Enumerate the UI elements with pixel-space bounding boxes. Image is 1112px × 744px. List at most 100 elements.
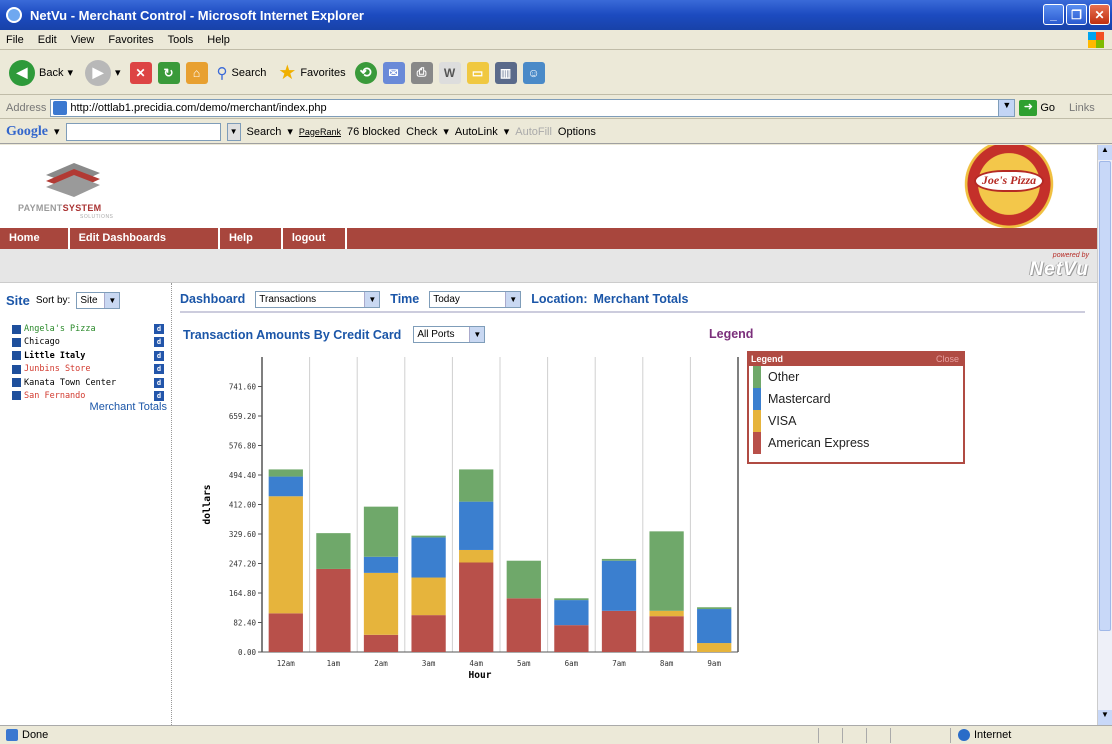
dashboard-select[interactable]: Transactions ▼	[255, 290, 381, 308]
bar-segment	[506, 560, 541, 599]
site-list-item[interactable]: Chicago d	[12, 336, 164, 348]
site-header: PAYMENTSYSTEM SOLUTIONS Joe's Pizza	[0, 145, 1097, 231]
x-tick-label: 1am	[327, 659, 341, 668]
pagerank-label[interactable]: PageRank	[299, 127, 341, 137]
legend-swatch	[753, 366, 761, 388]
chevron-down-icon: ▼	[104, 293, 120, 308]
favorites-button[interactable]: ★ Favorites	[275, 58, 348, 87]
bar-segment	[459, 501, 494, 550]
site-name: Angela's Pizza	[24, 324, 96, 334]
site-dashboard-button[interactable]: d	[154, 337, 164, 348]
merchant-totals-link[interactable]: Merchant Totals	[90, 401, 167, 413]
legend-item: Mastercard	[753, 388, 963, 410]
site-dashboard-button[interactable]: d	[154, 390, 164, 401]
nav-logout[interactable]: logout	[283, 228, 348, 249]
site-list: Angela's Pizza d Chicago d Little Italy d Junb…	[12, 323, 164, 403]
home-icon[interactable]: ⌂	[185, 61, 208, 84]
bar-segment	[363, 506, 399, 557]
menu-file[interactable]: File	[6, 34, 24, 46]
legend-close-button[interactable]: Close	[936, 353, 959, 366]
scroll-thumb[interactable]	[1099, 161, 1111, 631]
bar-segment	[268, 496, 303, 614]
google-dropdown-icon[interactable]: ▼	[226, 122, 241, 141]
refresh-icon[interactable]: ↻	[157, 61, 180, 84]
maximize-button[interactable]: ❐	[1066, 4, 1087, 25]
google-logo[interactable]: Google	[6, 124, 48, 140]
spellcheck-button[interactable]: Check	[406, 126, 437, 138]
legend-label: American Express	[768, 436, 870, 450]
nav-edit-dashboards[interactable]: Edit Dashboards	[70, 228, 220, 249]
dashboard-label: Dashboard	[180, 292, 246, 306]
history-icon[interactable]: ⟲	[354, 61, 377, 84]
menu-help[interactable]: Help	[207, 34, 230, 46]
menu-favorites[interactable]: Favorites	[108, 34, 153, 46]
nav-help[interactable]: Help	[220, 228, 283, 249]
security-zone: Internet	[958, 729, 1011, 741]
address-input[interactable]: http://ottlab1.precidia.com/demo/merchan…	[50, 98, 1016, 117]
address-dropdown-icon[interactable]: ▼	[998, 99, 1015, 116]
site-icon	[12, 324, 21, 334]
location-value[interactable]: Merchant Totals	[594, 292, 689, 306]
legend-link[interactable]: Legend	[709, 327, 753, 341]
options-button[interactable]: Options	[558, 126, 596, 138]
forward-button[interactable]: ▶ ▾	[82, 58, 124, 88]
close-button[interactable]: ✕	[1089, 4, 1110, 25]
site-list-item[interactable]: Angela's Pizza d	[12, 323, 164, 335]
site-list-item[interactable]: Kanata Town Center d	[12, 377, 164, 389]
x-tick-label: 12am	[277, 659, 296, 668]
legend-label: Mastercard	[768, 392, 831, 406]
x-tick-label: 4am	[469, 659, 483, 668]
research-icon[interactable]: ▥	[494, 61, 517, 84]
site-dashboard-button[interactable]: d	[154, 377, 164, 388]
menu-tools[interactable]: Tools	[168, 34, 194, 46]
bar-segment	[411, 537, 446, 578]
messenger-icon[interactable]: ☺	[522, 61, 545, 84]
popup-blocked-label[interactable]: 76 blocked	[347, 126, 400, 138]
site-dashboard-button[interactable]: d	[154, 324, 164, 334]
autolink-button[interactable]: AutoLink	[455, 126, 498, 138]
links-label[interactable]: Links	[1069, 102, 1095, 114]
mail-icon[interactable]: ✉	[382, 61, 405, 84]
google-search-button[interactable]: Search	[247, 126, 282, 138]
x-tick-label: 3am	[422, 659, 436, 668]
time-select[interactable]: Today ▼	[429, 290, 522, 308]
chevron-down-icon: ▼	[364, 291, 380, 307]
menu-edit[interactable]: Edit	[38, 34, 57, 46]
edit-word-icon[interactable]: W	[438, 61, 461, 84]
address-label: Address	[6, 101, 47, 114]
menu-view[interactable]: View	[71, 34, 95, 46]
bar-segment	[554, 600, 589, 626]
ports-select[interactable]: All Ports ▼	[413, 326, 486, 343]
stop-icon[interactable]: ✕	[129, 61, 152, 84]
nav-home[interactable]: Home	[0, 228, 70, 249]
google-search-input[interactable]	[65, 122, 221, 141]
legend-swatch	[753, 388, 761, 410]
back-button[interactable]: ◀ Back ▾	[6, 58, 76, 88]
site-dashboard-button[interactable]: d	[154, 350, 164, 361]
x-tick-label: 2am	[374, 659, 388, 668]
legend-header: Legend Close	[749, 353, 963, 366]
sort-by-select[interactable]: Site ▼	[76, 292, 121, 309]
y-axis-label: dollars	[202, 484, 213, 524]
vertical-scrollbar[interactable]: ▲ ▼	[1097, 145, 1112, 725]
autofill-button[interactable]: AutoFill	[515, 126, 552, 138]
site-list-item[interactable]: Little Italy d	[12, 350, 164, 362]
minimize-button[interactable]: _	[1043, 4, 1064, 25]
y-tick-label: 82.40	[233, 619, 256, 628]
bar-segment	[697, 609, 732, 644]
print-icon[interactable]: ⎙	[410, 61, 433, 84]
payment-system-logo[interactable]: PAYMENTSYSTEM SOLUTIONS	[12, 157, 132, 222]
site-icon	[12, 378, 21, 388]
bar-segment	[459, 469, 494, 502]
search-button[interactable]: ⚲ Search	[214, 62, 270, 84]
site-name: Little Italy	[24, 350, 86, 361]
scroll-up-icon[interactable]: ▲	[1098, 145, 1112, 160]
dashboard-controls: Dashboard Transactions ▼ Time Today ▼ Lo…	[180, 290, 1085, 313]
site-dashboard-button[interactable]: d	[154, 364, 164, 375]
bar-segment	[411, 577, 446, 616]
folder-icon[interactable]: ▭	[466, 61, 489, 84]
go-button[interactable]: ➜ Go	[1019, 99, 1055, 116]
scroll-down-icon[interactable]: ▼	[1098, 710, 1112, 725]
bar-segment	[506, 598, 541, 652]
site-list-item[interactable]: Junbins Store d	[12, 363, 164, 375]
